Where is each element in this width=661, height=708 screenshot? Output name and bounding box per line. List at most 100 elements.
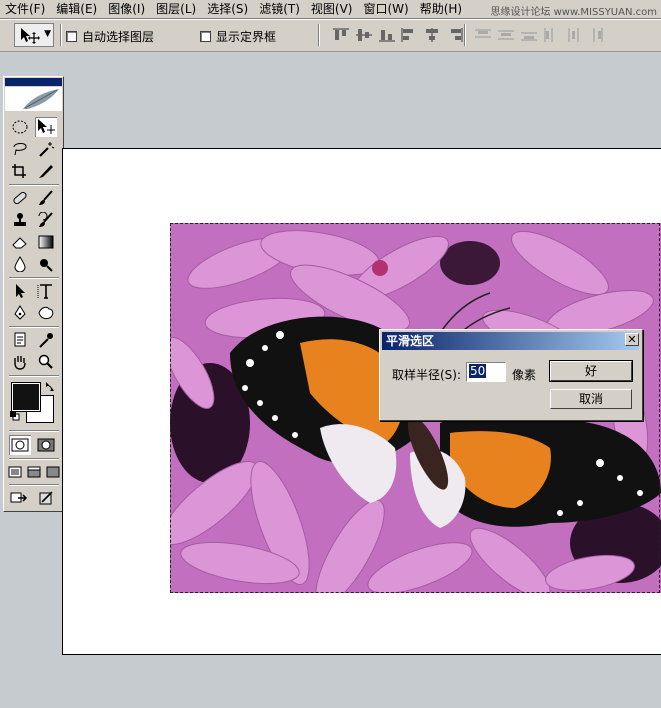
menu-window[interactable]: 窗口(W) [358, 0, 414, 18]
zoom-tool[interactable] [35, 352, 57, 372]
path-selection-tool[interactable] [9, 281, 31, 301]
menu-layer[interactable]: 图层(L) [151, 0, 202, 18]
notes-tool[interactable] [9, 330, 31, 350]
imageready-button[interactable] [35, 488, 57, 508]
screen-mode-icon [8, 466, 22, 478]
toolbox-title-bar[interactable] [5, 78, 62, 86]
feather-logo-icon [23, 89, 59, 109]
distribute-bottom-icon[interactable] [518, 25, 540, 45]
magic-wand-tool[interactable] [35, 139, 57, 159]
eraser-tool[interactable] [9, 232, 31, 252]
options-bar: ▼ 自动选择图层 显示定界框 [0, 19, 661, 52]
auto-select-layer-checkbox[interactable] [66, 31, 77, 42]
align-hcenter-icon[interactable] [421, 25, 443, 45]
stamp-icon [14, 213, 26, 226]
menu-filter[interactable]: 滤镜(T) [254, 0, 306, 18]
screen-mode-standard[interactable] [6, 462, 24, 482]
lasso-tool[interactable] [9, 139, 31, 159]
brush-tool[interactable] [35, 188, 57, 208]
slice-knife-icon [39, 165, 53, 178]
align-top-icon[interactable] [330, 25, 352, 45]
divider [60, 24, 62, 46]
auto-select-layer-label: 自动选择图层 [82, 30, 155, 44]
tool-preset-picker[interactable]: ▼ [14, 23, 54, 47]
smooth-selection-dialog: 平滑选区 ✕ 取样半径(S): 50 像素 好 取消 [379, 329, 643, 421]
align-right-icon[interactable] [444, 25, 466, 45]
menu-help[interactable]: 帮助(H) [415, 0, 468, 18]
quick-mask-button[interactable] [35, 435, 57, 455]
clone-stamp-tool[interactable] [9, 210, 31, 230]
close-icon[interactable]: ✕ [625, 333, 639, 346]
move-arrow-icon [38, 119, 55, 134]
swap-colors-icon[interactable] [44, 381, 56, 393]
cancel-button[interactable]: 取消 [550, 389, 632, 409]
move-tool[interactable] [35, 117, 57, 137]
menu-edit[interactable]: 编辑(E) [51, 0, 103, 18]
bandage-icon [13, 191, 27, 205]
align-h-buttons [398, 25, 467, 45]
gradient-icon [38, 235, 54, 249]
auto-select-layer-option[interactable]: 自动选择图层 [66, 28, 154, 45]
toolbox-divider [9, 326, 59, 328]
eraser-icon [12, 237, 27, 249]
sample-radius-label: 取样半径(S): [392, 368, 462, 382]
dialog-title-bar[interactable]: 平滑选区 [382, 332, 639, 350]
distribute-h-buttons [540, 25, 609, 45]
hand-tool[interactable] [9, 352, 31, 372]
type-tool[interactable] [35, 281, 57, 301]
ellipse-marquee-icon [12, 120, 28, 134]
distribute-hcenter-icon[interactable] [563, 25, 585, 45]
jump-to-imageready-button[interactable] [9, 488, 31, 508]
magnifier-icon [38, 354, 53, 369]
history-brush-tool[interactable] [35, 210, 57, 230]
standard-mode-button[interactable] [9, 435, 31, 455]
align-buttons [330, 25, 399, 45]
custom-shape-tool[interactable] [35, 303, 57, 323]
show-bounding-box-checkbox[interactable] [200, 31, 211, 42]
pen-nib-icon [14, 305, 26, 320]
menu-bar: 文件(F) 编辑(E) 图像(I) 图层(L) 选择(S) 滤镜(T) 视图(V… [0, 0, 661, 19]
crop-tool[interactable] [9, 161, 31, 181]
default-colors-icon[interactable] [10, 411, 20, 421]
screen-mode-fullmenu[interactable] [25, 462, 43, 482]
gradient-tool[interactable] [35, 232, 57, 252]
distribute-vcenter-icon[interactable] [495, 25, 517, 45]
imageready-icon [39, 491, 53, 505]
sample-radius-input[interactable]: 50 [466, 362, 506, 382]
toolbox-panel [3, 76, 64, 512]
custom-shape-icon [38, 306, 54, 320]
lasso-icon [13, 143, 27, 156]
chevron-down-icon: ▼ [44, 29, 51, 39]
path-arrow-icon [16, 284, 25, 298]
history-brush-icon [38, 212, 53, 227]
menu-select[interactable]: 选择(S) [202, 0, 254, 18]
distribute-left-icon[interactable] [540, 25, 562, 45]
distribute-right-icon[interactable] [586, 25, 608, 45]
elliptical-marquee-tool[interactable] [9, 117, 31, 137]
sample-radius-unit: 像素 [512, 368, 537, 382]
toolbox-header-logo[interactable] [5, 87, 62, 111]
align-bottom-icon[interactable] [376, 25, 398, 45]
foreground-color-swatch[interactable] [11, 382, 41, 412]
align-vcenter-icon[interactable] [353, 25, 375, 45]
eyedropper-tool[interactable] [35, 330, 57, 350]
show-bounding-box-label: 显示定界框 [216, 30, 277, 44]
crop-icon [12, 164, 26, 178]
toolbox-divider [9, 430, 59, 432]
toolbox-divider [9, 484, 59, 486]
pen-tool[interactable] [9, 303, 31, 323]
healing-brush-tool[interactable] [9, 188, 31, 208]
ok-button[interactable]: 好 [549, 360, 633, 382]
menu-image[interactable]: 图像(I) [103, 0, 151, 18]
jump-to-icon [10, 492, 28, 503]
distribute-top-icon[interactable] [472, 25, 494, 45]
screen-mode-menu-icon [27, 466, 41, 478]
menu-view[interactable]: 视图(V) [306, 0, 359, 18]
menu-file[interactable]: 文件(F) [0, 0, 51, 18]
slice-tool[interactable] [35, 161, 57, 181]
burn-tool[interactable] [35, 254, 57, 274]
blur-tool[interactable] [9, 254, 31, 274]
screen-mode-full[interactable] [44, 462, 62, 482]
show-bounding-box-option[interactable]: 显示定界框 [200, 28, 276, 45]
align-left-icon[interactable] [398, 25, 420, 45]
